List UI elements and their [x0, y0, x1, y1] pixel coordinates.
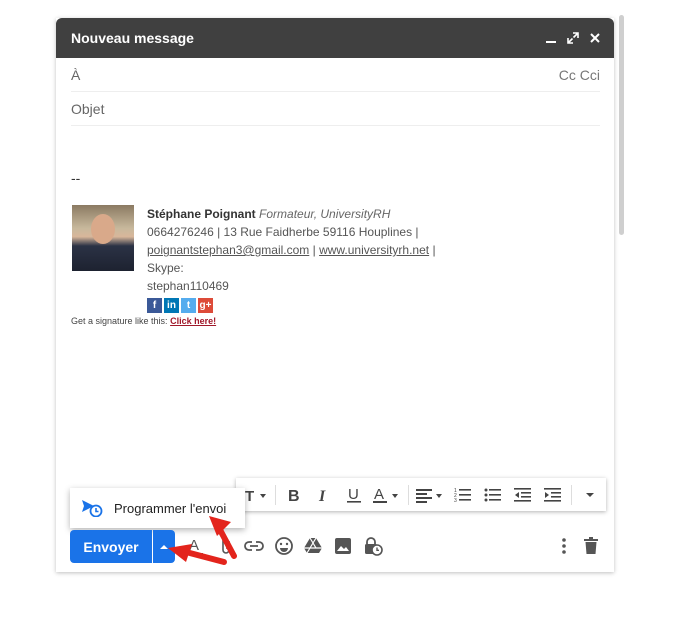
toolbar-divider: [275, 484, 276, 505]
more-options-button[interactable]: [553, 535, 575, 557]
bulleted-list-icon: [484, 488, 501, 501]
font-size-button[interactable]: T: [242, 487, 272, 503]
drive-icon: [304, 537, 322, 554]
bold-button[interactable]: B: [279, 487, 309, 503]
profile-photo: [72, 205, 134, 271]
social-icons: f in t g+: [147, 298, 467, 313]
twitter-icon[interactable]: t: [181, 298, 196, 313]
svg-text:T: T: [245, 488, 254, 503]
emoji-button[interactable]: [273, 535, 295, 557]
underline-button[interactable]: U: [339, 486, 369, 504]
fullscreen-button[interactable]: [562, 32, 584, 44]
svg-text:B: B: [288, 488, 300, 503]
scrollbar[interactable]: [619, 15, 624, 235]
italic-icon: I: [318, 488, 326, 503]
signature-name: Stéphane Poignant: [147, 207, 256, 221]
signature-address: 0664276246 | 13 Rue Faidherbe 59116 Houp…: [147, 225, 419, 239]
formatting-toolbar: T B I U A 123: [236, 478, 606, 511]
signature-separator: --: [71, 170, 81, 186]
align-left-icon: [416, 488, 442, 503]
link-icon: [244, 541, 264, 551]
emoji-icon: [275, 537, 293, 555]
close-button[interactable]: [584, 32, 606, 44]
toolbar-divider: [408, 484, 409, 505]
trash-icon: [584, 537, 598, 554]
facebook-icon[interactable]: f: [147, 298, 162, 313]
text-color-button[interactable]: A: [369, 486, 405, 504]
svg-text:3: 3: [454, 498, 457, 503]
linkedin-icon[interactable]: in: [164, 298, 179, 313]
indent-more-button[interactable]: [538, 487, 568, 503]
indent-less-button[interactable]: [508, 487, 538, 503]
indent-more-icon: [544, 487, 561, 502]
align-button[interactable]: [412, 487, 448, 503]
bold-icon: B: [288, 488, 300, 503]
discard-draft-button[interactable]: [580, 535, 602, 557]
signature-text: Stéphane Poignant Formateur, UniversityR…: [147, 205, 467, 313]
signature-email-link[interactable]: poignantstephan3@gmail.com: [147, 243, 309, 257]
svg-text:U: U: [348, 486, 359, 503]
signature-website-link[interactable]: www.universityrh.net: [319, 243, 429, 257]
cc-bcc-link[interactable]: Cc Cci: [559, 67, 600, 83]
drive-button[interactable]: [302, 535, 324, 557]
signature-promo: Get a signature like this: Click here!: [71, 316, 216, 326]
window-title: Nouveau message: [71, 30, 194, 46]
more-vert-icon: [562, 538, 566, 554]
send-button[interactable]: Envoyer: [70, 530, 152, 563]
numbered-list-button[interactable]: 123: [448, 487, 478, 503]
subject-field[interactable]: Objet: [71, 92, 600, 126]
annotation-arrow: [168, 544, 227, 565]
google-plus-icon[interactable]: g+: [198, 298, 213, 313]
title-bar: Nouveau message: [56, 18, 614, 58]
numbered-list-icon: 123: [454, 488, 471, 503]
to-label: À: [71, 66, 81, 83]
bulleted-list-button[interactable]: [478, 487, 508, 503]
to-field[interactable]: À Cc Cci: [71, 58, 600, 92]
confidential-mode-button[interactable]: [362, 535, 384, 557]
subject-placeholder: Objet: [71, 100, 105, 117]
expand-icon: [567, 32, 579, 44]
image-icon: [335, 538, 351, 554]
more-formatting-button[interactable]: [575, 491, 605, 499]
insert-photo-button[interactable]: [332, 535, 354, 557]
toolbar-divider: [571, 484, 572, 505]
svg-text:A: A: [374, 486, 384, 503]
text-size-icon: T: [245, 488, 266, 503]
close-icon: [590, 33, 600, 43]
indent-less-icon: [514, 487, 531, 502]
pipe-separator: |: [309, 243, 320, 257]
text-color-icon: A: [373, 486, 398, 503]
svg-text:I: I: [318, 488, 326, 503]
minimize-icon: [546, 41, 556, 43]
lock-clock-icon: [365, 537, 383, 556]
signature-role: Formateur, UniversityRH: [259, 207, 391, 221]
minimize-button[interactable]: [540, 32, 562, 44]
schedule-send-icon: [82, 500, 103, 517]
underline-icon: U: [347, 486, 361, 503]
italic-button[interactable]: I: [309, 487, 339, 503]
insert-link-button[interactable]: [243, 535, 265, 557]
promo-link[interactable]: Click here!: [170, 316, 216, 326]
skype-id: stephan110469: [147, 279, 229, 293]
chevron-down-icon: [586, 492, 594, 497]
promo-text: Get a signature like this:: [71, 316, 168, 326]
